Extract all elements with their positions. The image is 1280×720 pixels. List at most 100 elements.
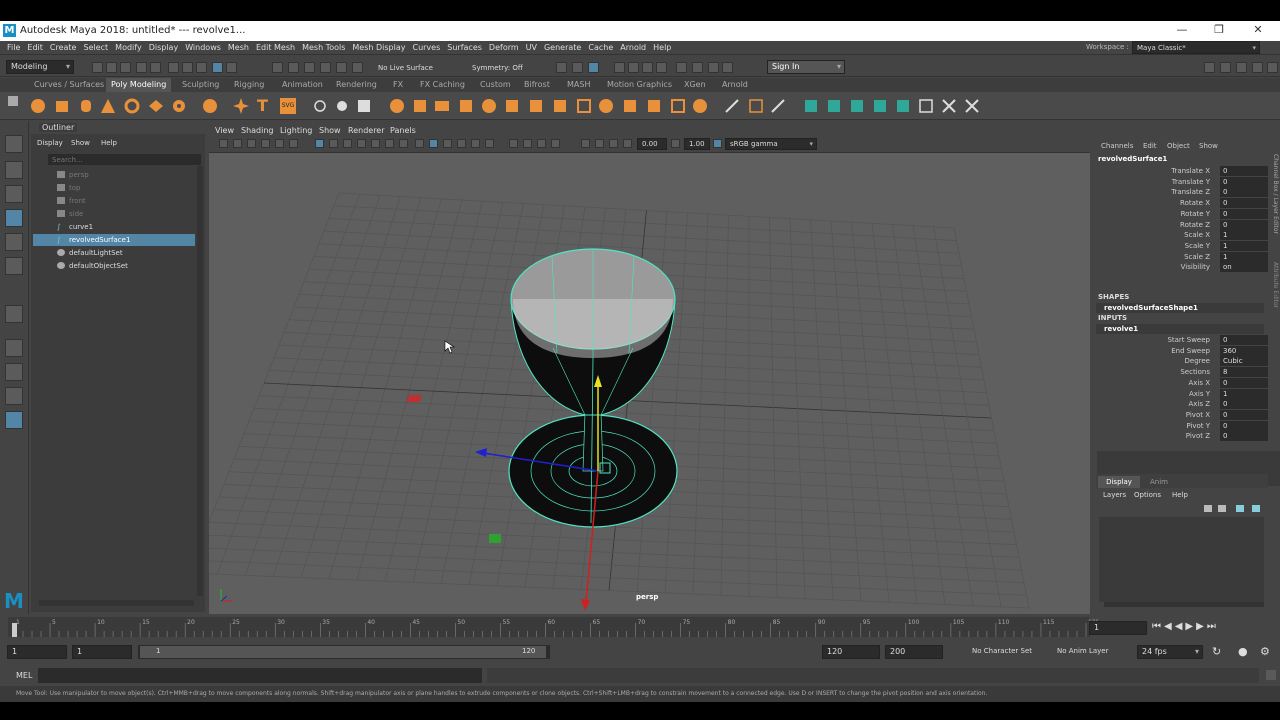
menu-file[interactable]: File <box>7 41 20 55</box>
channel-attr-name[interactable]: Rotate Z <box>1180 221 1210 229</box>
tab-animation[interactable]: Animation <box>282 78 323 92</box>
goblet-surface[interactable] <box>508 248 678 528</box>
viewport-menu-lighting[interactable]: Lighting <box>280 126 312 135</box>
channel-menu-object[interactable]: Object <box>1167 142 1190 150</box>
channel-attr-name[interactable]: Axis Z <box>1188 400 1210 408</box>
render-settings-icon[interactable] <box>642 62 653 73</box>
cut-uv-icon[interactable] <box>964 98 980 114</box>
range-slider-handle[interactable] <box>140 646 546 658</box>
layer-menu-layers[interactable]: Layers <box>1103 491 1126 499</box>
safe-title-icon[interactable] <box>399 139 408 148</box>
poly-cube-icon[interactable] <box>54 98 70 114</box>
append-polygon-icon[interactable] <box>670 98 686 114</box>
poly-cylinder-icon[interactable] <box>78 98 94 114</box>
paint-select-icon[interactable] <box>5 185 23 203</box>
platonic-solid-icon[interactable] <box>202 98 218 114</box>
pause-render-icon[interactable] <box>722 62 733 73</box>
perspective-viewport[interactable]: View Shading Lighting Show Renderer Pane… <box>209 125 1090 614</box>
outliner-menu-display[interactable]: Display <box>37 139 63 147</box>
channel-attr-name[interactable]: Scale X <box>1184 231 1210 239</box>
loop-icon[interactable]: ↻ <box>1212 645 1221 658</box>
select-component-icon[interactable] <box>196 62 207 73</box>
layout-uv-icon[interactable] <box>941 98 957 114</box>
tab-bifrost[interactable]: Bifrost <box>524 78 550 92</box>
construction-history-icon[interactable] <box>556 62 567 73</box>
tab-poly-modeling[interactable]: Poly Modeling <box>106 78 172 92</box>
default-material-icon[interactable] <box>443 139 452 148</box>
x-arrow-icon[interactable] <box>475 448 487 457</box>
colorspace-dropdown[interactable]: sRGB gamma <box>725 138 817 150</box>
tab-curves-surfaces[interactable]: Curves / Surfaces <box>34 78 104 92</box>
last-tool-icon[interactable] <box>5 305 23 323</box>
textured-icon[interactable] <box>471 139 480 148</box>
channel-menu-show[interactable]: Show <box>1199 142 1218 150</box>
symmetry-label[interactable]: Symmetry: Off <box>472 64 523 72</box>
channel-object-name[interactable]: revolvedSurface1 <box>1098 155 1167 163</box>
shape-row[interactable]: revolvedSurfaceShape1 <box>1096 303 1264 313</box>
snap-point-icon[interactable] <box>304 62 315 73</box>
lasso-tool-icon[interactable] <box>5 161 23 179</box>
safe-action-icon[interactable] <box>385 139 394 148</box>
channel-attr-value[interactable]: 0 <box>1220 335 1268 345</box>
gate-mask-icon[interactable] <box>357 139 366 148</box>
channel-attr-name[interactable]: Translate Y <box>1172 178 1210 186</box>
channel-attr-name[interactable]: Pivot X <box>1186 411 1210 419</box>
extrude-icon[interactable] <box>552 98 568 114</box>
live-surface-label[interactable]: No Live Surface <box>378 64 433 72</box>
attribute-editor-side-tab[interactable]: Attribute Editor <box>1269 262 1279 322</box>
play-back-icon[interactable]: ◀ <box>1175 621 1186 632</box>
current-frame-marker[interactable] <box>12 623 17 637</box>
shelf-menu-icon[interactable] <box>8 96 18 106</box>
open-scene-icon[interactable] <box>106 62 117 73</box>
move-layer-down-icon[interactable] <box>1218 505 1226 512</box>
menu-set-dropdown[interactable]: Modeling <box>6 60 74 74</box>
render-current-icon[interactable] <box>614 62 625 73</box>
tab-mash[interactable]: MASH <box>567 78 590 92</box>
select-camera-icon[interactable] <box>219 139 228 148</box>
step-forward-key-icon[interactable]: ▶ <box>1196 621 1207 632</box>
xy-plane-handle[interactable] <box>406 395 422 402</box>
tool-settings-icon[interactable] <box>1236 62 1247 73</box>
menu-cache[interactable]: Cache <box>588 41 613 55</box>
tab-custom[interactable]: Custom <box>480 78 511 92</box>
insert-edge-loop-icon[interactable] <box>576 98 592 114</box>
select-object-icon[interactable] <box>182 62 193 73</box>
snap-surface-icon[interactable] <box>352 62 363 73</box>
outliner-tab[interactable]: Outliner <box>39 123 78 132</box>
channel-attr-name[interactable]: Scale Z <box>1184 253 1210 261</box>
outliner-search-input[interactable] <box>48 154 201 165</box>
undo-icon[interactable] <box>136 62 147 73</box>
arnold-render-icon[interactable] <box>708 62 719 73</box>
layer-menu-help[interactable]: Help <box>1172 491 1188 499</box>
tab-anim-layers[interactable]: Anim <box>1150 478 1168 486</box>
animation-start-field[interactable]: 1 <box>7 645 67 659</box>
viewport-menu-show[interactable]: Show <box>319 126 341 135</box>
outliner-hscrollbar[interactable] <box>39 600 194 606</box>
xray-icon[interactable] <box>595 139 604 148</box>
channel-attr-value[interactable]: 0 <box>1220 431 1268 442</box>
unfold-uv-icon[interactable] <box>918 98 934 114</box>
channel-attr-value[interactable]: 0 <box>1220 208 1268 219</box>
channel-attr-value[interactable]: 0 <box>1220 377 1268 388</box>
four-view-icon[interactable] <box>5 363 23 381</box>
xray-joints-icon[interactable] <box>609 139 618 148</box>
poly-torus-icon[interactable] <box>124 98 140 114</box>
tab-arnold[interactable]: Arnold <box>722 78 748 92</box>
spherical-uv-icon[interactable] <box>849 98 865 114</box>
rotate-tool-icon[interactable] <box>5 233 23 251</box>
viewport-menu-panels[interactable]: Panels <box>390 126 416 135</box>
menu-select[interactable]: Select <box>83 41 108 55</box>
channel-attr-name[interactable]: Translate X <box>1171 167 1210 175</box>
menu-mesh-tools[interactable]: Mesh Tools <box>302 41 345 55</box>
fill-hole-icon[interactable] <box>646 98 662 114</box>
outliner-menu-show[interactable]: Show <box>71 139 90 147</box>
mirror-icon[interactable] <box>528 98 544 114</box>
range-slider[interactable]: 1 120 <box>138 645 550 659</box>
mel-label[interactable]: MEL <box>16 671 32 680</box>
use-all-lights-icon[interactable] <box>485 139 494 148</box>
tab-fx-caching[interactable]: FX Caching <box>420 78 465 92</box>
poly-disc-icon[interactable] <box>171 98 187 114</box>
tab-rigging[interactable]: Rigging <box>234 78 264 92</box>
shadows-icon[interactable] <box>509 139 518 148</box>
layer-list[interactable] <box>1099 517 1264 602</box>
